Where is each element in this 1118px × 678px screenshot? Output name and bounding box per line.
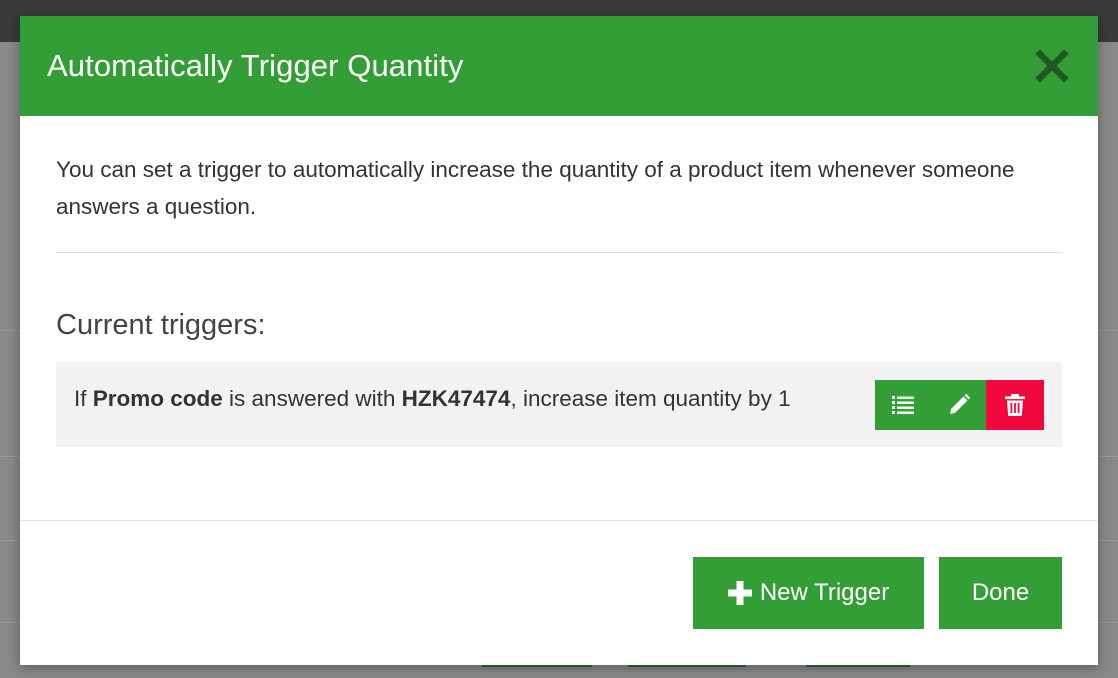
trigger-prefix: If	[74, 386, 93, 411]
trigger-answer: HZK47474	[401, 386, 511, 411]
pencil-icon	[949, 393, 970, 414]
trigger-suffix: , increase item quantity by 1	[510, 386, 791, 411]
list-icon	[892, 396, 914, 414]
new-trigger-button[interactable]: New Trigger	[693, 557, 924, 629]
trash-icon	[1005, 394, 1025, 416]
close-icon	[1035, 49, 1069, 83]
edit-trigger-button[interactable]	[931, 380, 986, 430]
trigger-middle: is answered with	[222, 386, 402, 411]
delete-trigger-button[interactable]	[986, 380, 1044, 430]
dialog-header: Automatically Trigger Quantity	[20, 16, 1098, 116]
trigger-row: If Promo code is answered with HZK47474,…	[56, 362, 1062, 447]
view-trigger-button[interactable]	[875, 380, 931, 430]
new-trigger-label: New Trigger	[759, 579, 890, 606]
footer-divider	[20, 520, 1098, 521]
trigger-quantity-dialog: Automatically Trigger Quantity You can s…	[20, 16, 1098, 665]
close-button[interactable]	[1034, 48, 1070, 84]
dialog-title: Automatically Trigger Quantity	[47, 48, 464, 83]
trigger-description: If Promo code is answered with HZK47474,…	[74, 384, 791, 414]
intro-text: You can set a trigger to automatically i…	[56, 157, 1015, 219]
trigger-question: Promo code	[92, 386, 223, 411]
plus-icon	[727, 581, 752, 605]
done-button[interactable]: Done	[939, 557, 1062, 629]
current-triggers-heading: Current triggers:	[56, 309, 266, 341]
section-divider	[56, 252, 1062, 253]
done-label: Done	[971, 579, 1030, 606]
